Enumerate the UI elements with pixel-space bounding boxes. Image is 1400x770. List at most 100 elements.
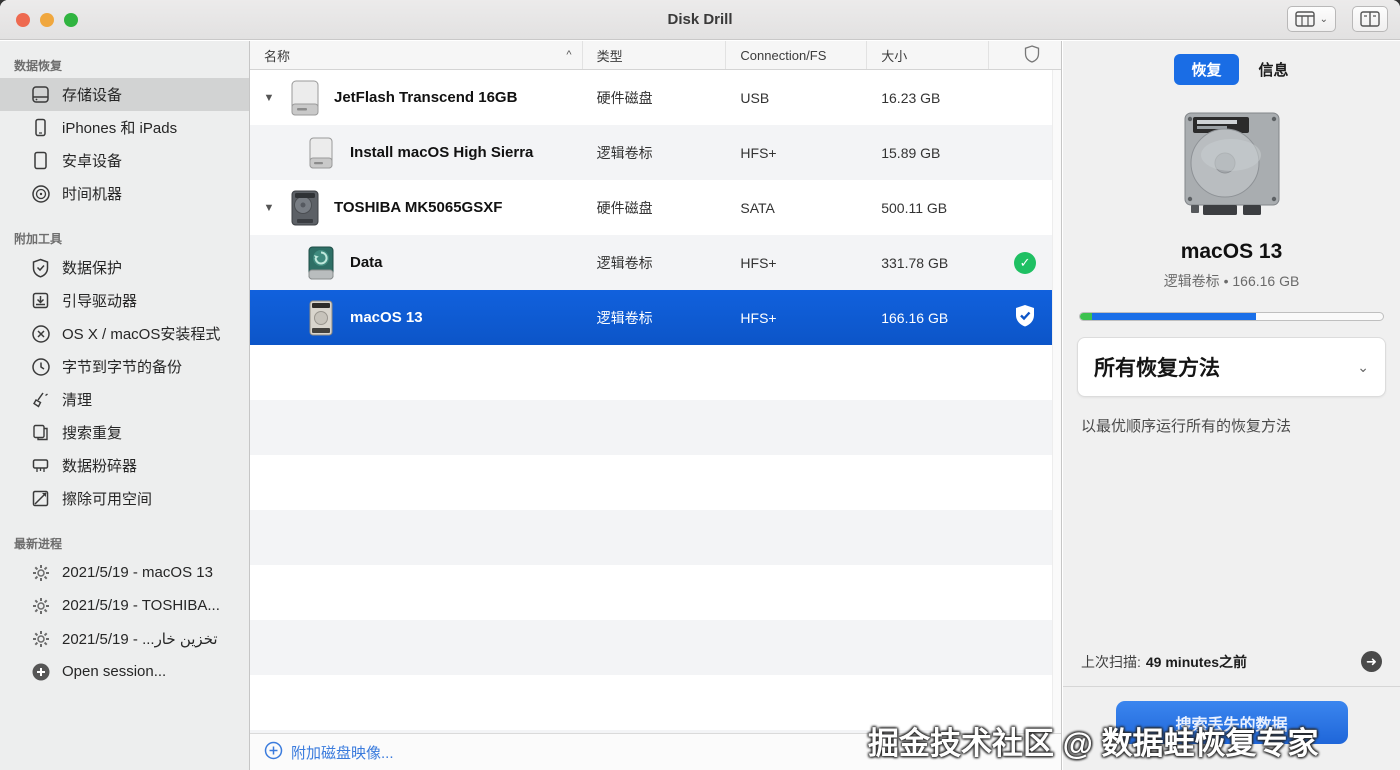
column-header-type[interactable]: 类型 bbox=[583, 41, 727, 69]
column-header-name[interactable]: 名称 ^ bbox=[250, 41, 583, 69]
sidebar-item-label: 数据粉碎器 bbox=[62, 455, 137, 476]
progress-green-segment bbox=[1080, 313, 1092, 320]
view-mode-button[interactable]: ⌄ bbox=[1287, 6, 1336, 32]
volume-icon bbox=[302, 298, 340, 338]
attach-disk-image-link[interactable]: 附加磁盘映像... bbox=[264, 741, 394, 764]
sidebar-item-label: 2021/5/19 - macOS 13 bbox=[62, 564, 213, 581]
gear-icon bbox=[30, 595, 51, 616]
sidebar-section-extra-tools: 附加工具 bbox=[0, 222, 249, 251]
inspector-tabs: 恢复 信息 bbox=[1063, 54, 1400, 85]
tab-recover[interactable]: 恢复 bbox=[1174, 54, 1238, 85]
sidebar-item-label: 安卓设备 bbox=[62, 150, 122, 171]
device-size: 331.78 GB bbox=[867, 255, 989, 271]
external-drive-icon bbox=[286, 78, 324, 118]
shield-check-icon bbox=[30, 257, 51, 278]
tab-info[interactable]: 信息 bbox=[1259, 59, 1289, 80]
column-header-connection-fs[interactable]: Connection/FS bbox=[726, 41, 867, 69]
cleanup-broom-icon bbox=[30, 389, 51, 410]
last-scan-value: 49 minutes之前 bbox=[1146, 652, 1247, 672]
device-table: 名称 ^ 类型 Connection/FS 大小 ▼ JetFlash bbox=[250, 41, 1062, 770]
plus-circle-icon bbox=[30, 661, 51, 682]
table-row-jetflash[interactable]: ▼ JetFlash Transcend 16GB 硬件磁盘 USB 16.23… bbox=[250, 70, 1061, 125]
inspector-divider bbox=[1063, 686, 1400, 687]
iphone-icon bbox=[30, 117, 51, 138]
sidebar-item-label: تخزين خار... - 2021/5/19 bbox=[62, 630, 218, 648]
gear-icon bbox=[30, 628, 51, 649]
sidebar-session-toshiba[interactable]: 2021/5/19 - TOSHIBA... bbox=[0, 589, 249, 622]
android-tablet-icon bbox=[30, 150, 51, 171]
table-row-toshiba[interactable]: ▼ TOSHIBA MK5065GSXF 硬件磁盘 SATA 500.11 GB bbox=[250, 180, 1061, 235]
shield-check-badge bbox=[1014, 304, 1036, 332]
sidebar-item-cleanup[interactable]: 清理 bbox=[0, 383, 249, 416]
hard-drive-photo bbox=[1173, 111, 1291, 224]
table-row-data[interactable]: Data 逻辑卷标 HFS+ 331.78 GB ✓ bbox=[250, 235, 1061, 290]
duplicates-copy-icon bbox=[30, 422, 51, 443]
resume-scan-arrow-icon[interactable]: ➜ bbox=[1361, 651, 1382, 672]
device-size: 166.16 GB bbox=[867, 310, 989, 326]
disclosure-triangle-icon[interactable]: ▼ bbox=[262, 92, 276, 104]
sidebar-item-find-duplicates[interactable]: 搜索重复 bbox=[0, 416, 249, 449]
table-row-macos13-selected[interactable]: macOS 13 逻辑卷标 HFS+ 166.16 GB bbox=[250, 290, 1061, 345]
table-row-install-high-sierra[interactable]: Install macOS High Sierra 逻辑卷标 HFS+ 15.8… bbox=[250, 125, 1061, 180]
table-scrollbar[interactable] bbox=[1052, 70, 1061, 733]
sidebar-item-byte-backup[interactable]: 字节到字节的备份 bbox=[0, 350, 249, 383]
device-connection: HFS+ bbox=[726, 145, 867, 161]
selected-device-name: macOS 13 bbox=[1063, 240, 1400, 264]
column-header-recoverable[interactable] bbox=[989, 41, 1061, 69]
table-header: 名称 ^ 类型 Connection/FS 大小 bbox=[250, 41, 1061, 70]
device-type: 逻辑卷标 bbox=[583, 308, 727, 328]
column-header-size[interactable]: 大小 bbox=[867, 41, 989, 69]
watermark-text: 掘金技术社区 @ 数据蛙恢复专家 bbox=[868, 718, 1318, 763]
sidebar-session-arabic[interactable]: تخزين خار... - 2021/5/19 bbox=[0, 622, 249, 655]
sidebar-item-iphones-ipads[interactable]: iPhones 和 iPads bbox=[0, 111, 249, 144]
sidebar-item-macos-installer[interactable]: OS X / macOS安装程式 bbox=[0, 317, 249, 350]
device-connection: HFS+ bbox=[726, 310, 867, 326]
attach-disk-image-label: 附加磁盘映像... bbox=[291, 742, 394, 763]
device-type: 逻辑卷标 bbox=[583, 143, 727, 163]
sidebar-item-boot-drive[interactable]: 引导驱动器 bbox=[0, 284, 249, 317]
device-size: 500.11 GB bbox=[867, 200, 989, 216]
device-connection: USB bbox=[726, 90, 867, 106]
sidebar-item-label: 引导驱动器 bbox=[62, 290, 137, 311]
sidebar-item-label: 擦除可用空间 bbox=[62, 488, 152, 509]
device-size: 15.89 GB bbox=[867, 145, 989, 161]
device-connection: HFS+ bbox=[726, 255, 867, 271]
device-name: macOS 13 bbox=[350, 309, 423, 326]
erase-free-space-icon bbox=[30, 488, 51, 509]
sidebar-item-storage-devices[interactable]: 存储设备 bbox=[0, 78, 249, 111]
window-grid-icon bbox=[1295, 11, 1315, 27]
sidebar-item-data-shredder[interactable]: 数据粉碎器 bbox=[0, 449, 249, 482]
recovery-method-dropdown[interactable]: 所有恢复方法 ⌄ bbox=[1077, 337, 1386, 397]
sidebar-item-label: 数据保护 bbox=[62, 257, 122, 278]
sidebar-section-recent-sessions: 最新进程 bbox=[0, 527, 249, 556]
boot-drive-icon bbox=[30, 290, 51, 311]
last-scan-label: 上次扫描: bbox=[1081, 652, 1141, 672]
sidebar-session-macos13[interactable]: 2021/5/19 - macOS 13 bbox=[0, 556, 249, 589]
recovery-progress-bar bbox=[1079, 312, 1384, 321]
device-name: Data bbox=[350, 254, 383, 271]
device-connection: SATA bbox=[726, 200, 867, 216]
sidebar-item-label: 时间机器 bbox=[62, 183, 122, 204]
device-type: 硬件磁盘 bbox=[583, 198, 727, 218]
last-scan-row: 上次扫描: 49 minutes之前 ➜ bbox=[1063, 651, 1400, 672]
device-name: TOSHIBA MK5065GSXF bbox=[334, 199, 502, 216]
disclosure-triangle-icon[interactable]: ▼ bbox=[262, 202, 276, 214]
sidebar-item-android-devices[interactable]: 安卓设备 bbox=[0, 144, 249, 177]
sidebar-item-open-session[interactable]: Open session... bbox=[0, 655, 249, 688]
device-type: 硬件磁盘 bbox=[583, 88, 727, 108]
sidebar-item-data-protection[interactable]: 数据保护 bbox=[0, 251, 249, 284]
device-name: Install macOS High Sierra bbox=[350, 144, 533, 161]
sort-ascending-icon[interactable]: ^ bbox=[566, 49, 571, 61]
sidebar-item-erase-free-space[interactable]: 擦除可用空间 bbox=[0, 482, 249, 515]
chevron-down-icon: ⌄ bbox=[1357, 359, 1369, 376]
device-name: JetFlash Transcend 16GB bbox=[334, 89, 517, 106]
progress-blue-segment bbox=[1092, 313, 1256, 320]
time-machine-icon bbox=[30, 183, 51, 204]
disk-drill-window: Disk Drill ⌄ 数据恢复 存储设备 bbox=[0, 0, 1400, 770]
toggle-panel-button[interactable] bbox=[1352, 6, 1388, 32]
shield-outline-icon bbox=[1024, 45, 1040, 66]
sidebar-item-label: Open session... bbox=[62, 663, 166, 680]
sidebar-item-time-machine[interactable]: 时间机器 bbox=[0, 177, 249, 210]
table-rows: ▼ JetFlash Transcend 16GB 硬件磁盘 USB 16.23… bbox=[250, 70, 1061, 733]
sidebar-item-label: 搜索重复 bbox=[62, 422, 122, 443]
